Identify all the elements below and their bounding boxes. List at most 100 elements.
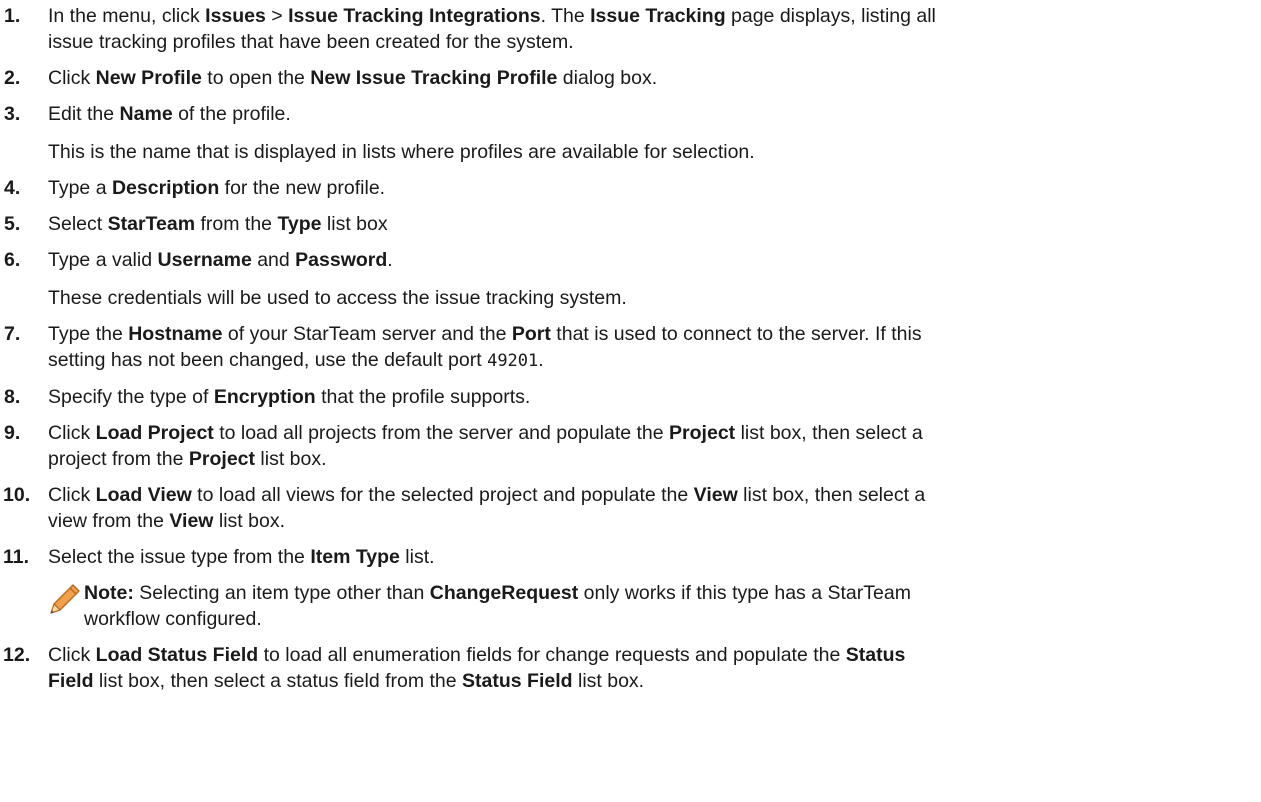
ui-term: Status bbox=[845, 644, 906, 666]
step-number: 1. bbox=[4, 5, 21, 27]
ui-term: Hostname bbox=[128, 323, 223, 345]
text-line: project from the Project list box. bbox=[48, 446, 1257, 472]
text-line: Select StarTeam from the Type list box bbox=[48, 211, 1257, 237]
step-number: 8. bbox=[4, 386, 21, 408]
text-run: . The bbox=[540, 5, 591, 27]
step-number: 4. bbox=[4, 177, 21, 199]
step-9: 9. Click Load Project to load all project… bbox=[0, 420, 1261, 472]
ui-term: ChangeRequest bbox=[429, 582, 579, 604]
text-line: In the menu, click Issues > Issue Tracki… bbox=[48, 3, 1257, 29]
text-run: for the new profile. bbox=[219, 177, 386, 199]
ui-term: Issue Tracking bbox=[590, 5, 726, 27]
step-info: These credentials will be used to access… bbox=[48, 287, 627, 309]
text-run: In the menu, click bbox=[48, 5, 206, 27]
step-12: 12. Click Load Status Field to load all e… bbox=[0, 642, 1261, 694]
text-line: Edit the Name of the profile. bbox=[48, 101, 1257, 127]
text-run: Click bbox=[48, 644, 96, 666]
text-run: list box. bbox=[213, 510, 285, 532]
step-11: 11. Select the issue type from the Item T… bbox=[0, 544, 1261, 570]
text-run: list box, then select a bbox=[735, 422, 923, 444]
text-run: list box bbox=[321, 213, 388, 235]
text-run: Edit the bbox=[48, 103, 120, 125]
ui-term: Port bbox=[511, 323, 551, 345]
ui-term: Project bbox=[669, 422, 736, 444]
step-3: 3. Edit the Name of the profile. bbox=[0, 101, 1261, 127]
text-run: that the profile supports. bbox=[315, 386, 531, 408]
text-line: view from the View list box. bbox=[48, 508, 1257, 534]
step-6: 6. Type a valid Username and Password. bbox=[0, 247, 1261, 273]
text-run: to load all enumeration fields for chang… bbox=[258, 644, 846, 666]
text-run: Selecting an item type other than bbox=[133, 582, 430, 604]
ui-term: Description bbox=[111, 177, 220, 199]
text-run: of your StarTeam server and the bbox=[222, 323, 512, 345]
ui-term: Issue Tracking Integrations bbox=[288, 5, 541, 27]
text-run: setting has not been changed, use the de… bbox=[48, 349, 488, 371]
ui-term: Password bbox=[295, 249, 388, 271]
text-run: Select bbox=[48, 213, 108, 235]
step-8: 8. Specify the type of Encryption that th… bbox=[0, 384, 1261, 410]
step-7: 7. Type the Hostname of your StarTeam ser… bbox=[0, 321, 1261, 374]
text-run: Click bbox=[48, 67, 96, 89]
ui-term: Load Status Field bbox=[95, 644, 259, 666]
text-line: Type the Hostname of your StarTeam serve… bbox=[48, 321, 1257, 347]
text-line: issue tracking profiles that have been c… bbox=[48, 29, 1257, 55]
text-line: Click Load Project to load all projects … bbox=[48, 420, 1257, 446]
step-number: 9. bbox=[4, 422, 21, 444]
step-number: 2. bbox=[4, 67, 21, 89]
ui-term: View bbox=[169, 510, 214, 532]
text-line: setting has not been changed, use the de… bbox=[48, 347, 1257, 374]
step-info: This is the name that is displayed in li… bbox=[48, 141, 755, 163]
pencil-note-icon bbox=[50, 584, 80, 614]
text-run: Select the issue type from the bbox=[48, 546, 311, 568]
step-number: 10. bbox=[3, 484, 31, 506]
ui-term: Project bbox=[188, 448, 255, 470]
step-4: 4. Type a Description for the new profile… bbox=[0, 175, 1261, 201]
ui-term: Note: bbox=[84, 582, 134, 604]
text-run: dialog box. bbox=[557, 67, 658, 89]
text-run: to open the bbox=[201, 67, 311, 89]
ui-term: Load View bbox=[95, 484, 192, 506]
text-run: issue tracking profiles that have been c… bbox=[48, 31, 574, 53]
text-run: Type a valid bbox=[48, 249, 158, 271]
text-run: Click bbox=[48, 422, 96, 444]
text-run: Click bbox=[48, 484, 96, 506]
text-line: Specify the type of Encryption that the … bbox=[48, 384, 1257, 410]
text-line: Click Load Status Field to load all enum… bbox=[48, 642, 1257, 668]
ui-term: Type bbox=[277, 213, 322, 235]
ui-term: Load Project bbox=[95, 422, 214, 444]
text-run: > bbox=[265, 5, 289, 27]
text-run: list. bbox=[399, 546, 435, 568]
procedure-steps: 1. In the menu, click Issues > Issue Trac… bbox=[0, 0, 1261, 802]
step-number: 6. bbox=[4, 249, 21, 271]
step-1: 1. In the menu, click Issues > Issue Trac… bbox=[0, 3, 1261, 55]
text-line: Note: Selecting an item type other than … bbox=[84, 580, 1261, 606]
text-run: Type the bbox=[48, 323, 129, 345]
ui-term: Encryption bbox=[213, 386, 316, 408]
step-number: 5. bbox=[4, 213, 21, 235]
text-line: Click Load View to load all views for th… bbox=[48, 482, 1257, 508]
text-run: that is used to connect to the server. I… bbox=[550, 323, 922, 345]
text-run: workflow configured. bbox=[84, 608, 262, 630]
text-line: Field list box, then select a status fie… bbox=[48, 668, 1257, 694]
step-5: 5. Select StarTeam from the Type list box bbox=[0, 211, 1261, 237]
text-run: list box, then select a status field fro… bbox=[93, 670, 463, 692]
ui-term: View bbox=[693, 484, 738, 506]
text-run: view from the bbox=[48, 510, 170, 532]
text-line: Type a Description for the new profile. bbox=[48, 175, 1257, 201]
step-number: 12. bbox=[3, 644, 31, 666]
text-line: workflow configured. bbox=[84, 606, 1261, 632]
text-run: Type a bbox=[48, 177, 112, 199]
text-run: list box. bbox=[255, 448, 327, 470]
ui-term: Username bbox=[157, 249, 252, 271]
ui-term: Item Type bbox=[310, 546, 400, 568]
note-block: Note: Selecting an item type other than … bbox=[0, 580, 1261, 632]
text-run: . bbox=[387, 249, 393, 271]
text-run: to load all projects from the server and… bbox=[213, 422, 670, 444]
ui-term: Name bbox=[119, 103, 173, 125]
step-number: 3. bbox=[4, 103, 21, 125]
text-run: . bbox=[538, 349, 544, 371]
step-10: 10. Click Load View to load all views for… bbox=[0, 482, 1261, 534]
step-number: 11. bbox=[3, 546, 30, 568]
text-run: from the bbox=[195, 213, 278, 235]
text-run: and bbox=[251, 249, 296, 271]
